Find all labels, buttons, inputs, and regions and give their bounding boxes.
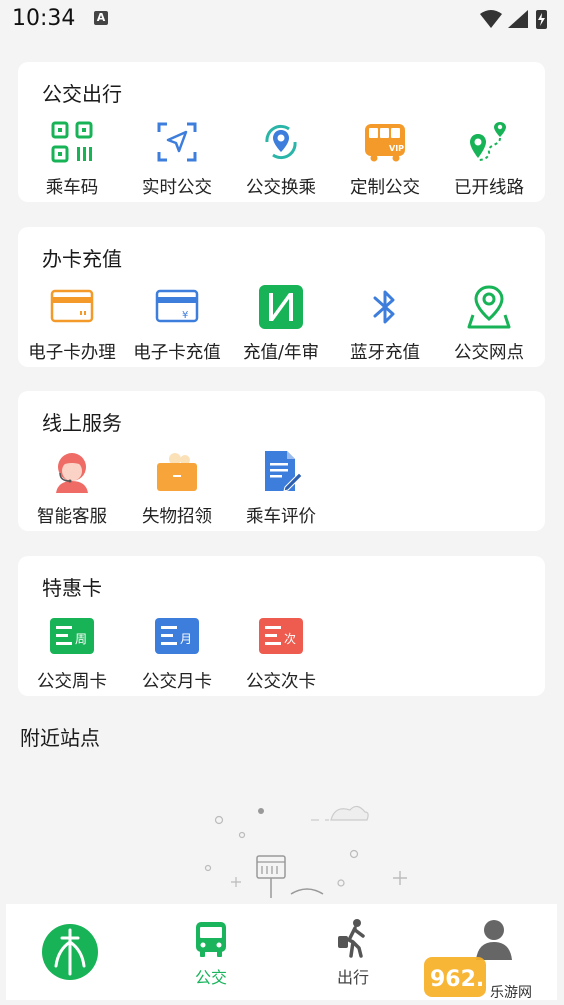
grid-item-label: 乘车评价 (246, 507, 316, 527)
nfc-icon (259, 285, 303, 329)
brand-logo-icon (42, 924, 98, 980)
section-title: 特惠卡 (42, 576, 102, 600)
wifi-icon (480, 10, 502, 28)
signal-icon (508, 10, 528, 28)
bus-travel-card: 公交出行 乘车码 实时公交 公交换乘 VIP 定制公交 已开线路 (18, 62, 545, 202)
card-badge: 月 (180, 632, 192, 646)
grid-item-label: 电子卡充值 (133, 343, 221, 363)
discount-card-card: 特惠卡 周 公交周卡 月 公交月卡 次 公交次卡 (18, 556, 545, 696)
week-card-icon: 周 (50, 618, 94, 654)
grid-item-bus-outlets[interactable]: 公交网点 (437, 285, 541, 365)
nav-travel-tab[interactable]: 出行 (293, 904, 413, 1000)
empty-state-illustration (204, 805, 407, 898)
card-badge: 次 (284, 632, 296, 646)
watermark-badge-icon: 962.NET 乐游网 (424, 957, 533, 1001)
vip-bus-icon: VIP (365, 124, 405, 162)
grid-item-label: 充值/年审 (243, 343, 319, 363)
card-recharge-card: 办卡充值 电子卡办理 ¥ 电子卡充值 充值/年审 蓝牙充值 公交网点 (18, 227, 545, 367)
battery-icon (536, 10, 547, 29)
grid-item-open-routes[interactable]: 已开线路 (437, 120, 541, 200)
online-service-card: 线上服务 智能客服 失物招领 乘车评价 (18, 391, 545, 531)
nearby-stations-title: 附近站点 (20, 726, 100, 750)
grid-item-label: 已开线路 (454, 178, 524, 198)
grid-item-label: 公交月卡 (142, 672, 212, 692)
grid-item-label: 实时公交 (142, 178, 212, 198)
notification-icon: A (94, 11, 108, 25)
grid-item-label: 公交次卡 (246, 672, 316, 692)
bus-icon (196, 922, 226, 957)
svg-text:VIP: VIP (389, 144, 404, 153)
grid-item-custom-bus[interactable]: VIP 定制公交 (333, 120, 437, 200)
ecard-apply-icon (50, 289, 94, 323)
route-icon (470, 122, 506, 161)
location-arrow-icon (157, 122, 197, 162)
map-pin-icon (467, 285, 511, 329)
section-title: 办卡充值 (42, 247, 122, 271)
month-card-icon: 月 (155, 618, 199, 654)
grid-item-ride-review[interactable]: 乘车评价 (229, 449, 333, 529)
customer-service-icon (56, 453, 88, 493)
grid-item-week-card[interactable]: 周 公交周卡 (20, 614, 124, 694)
status-icons (480, 10, 547, 29)
lost-found-icon (157, 453, 197, 491)
svg-text:¥: ¥ (182, 310, 188, 321)
status-bar: 10:34 A (0, 0, 564, 38)
grid-item-label: 定制公交 (350, 178, 420, 198)
grid-item-nfc-recharge[interactable]: 充值/年审 (229, 285, 333, 365)
grid-item-bluetooth-recharge[interactable]: 蓝牙充值 (333, 285, 437, 365)
grid-item-ecard-apply[interactable]: 电子卡办理 (20, 285, 124, 365)
grid-item-label: 乘车码 (45, 178, 99, 198)
section-title: 公交出行 (42, 82, 122, 106)
grid-item-label: 智能客服 (37, 507, 107, 527)
grid-item-customer-service[interactable]: 智能客服 (20, 449, 124, 529)
status-time: 10:34 (12, 6, 76, 31)
grid-item-month-card[interactable]: 月 公交月卡 (125, 614, 229, 694)
ecard-recharge-icon: ¥ (155, 289, 199, 323)
grid-item-label: 失物招领 (142, 507, 212, 527)
grid-item-ecard-recharge[interactable]: ¥ 电子卡充值 (125, 285, 229, 365)
bluetooth-icon (373, 290, 395, 324)
nav-bus-tab[interactable]: 公交 (151, 904, 271, 1000)
grid-item-label: 公交周卡 (37, 672, 107, 692)
review-document-icon (265, 451, 303, 492)
watermark-logo: 962.NET 乐游网 (424, 955, 558, 1001)
walking-icon (338, 919, 365, 958)
nav-home-logo[interactable] (10, 904, 130, 1000)
grid-item-lost-found[interactable]: 失物招领 (125, 449, 229, 529)
grid-item-label: 电子卡办理 (28, 343, 116, 363)
grid-item-qr-code[interactable]: 乘车码 (20, 120, 124, 200)
watermark-subtext: 乐游网 (490, 985, 532, 1001)
grid-item-ride-card[interactable]: 次 公交次卡 (229, 614, 333, 694)
grid-item-realtime-bus[interactable]: 实时公交 (125, 120, 229, 200)
grid-item-label: 公交换乘 (246, 178, 316, 198)
ride-card-icon: 次 (259, 618, 303, 654)
nav-label: 公交 (194, 968, 227, 987)
qr-code-icon (51, 121, 93, 163)
nav-label: 出行 (336, 968, 369, 987)
transfer-pin-icon (265, 124, 297, 160)
grid-item-label: 公交网点 (454, 343, 524, 363)
card-badge: 周 (75, 632, 87, 646)
grid-item-transfer[interactable]: 公交换乘 (229, 120, 333, 200)
section-title: 线上服务 (42, 411, 122, 435)
grid-item-label: 蓝牙充值 (350, 343, 420, 363)
